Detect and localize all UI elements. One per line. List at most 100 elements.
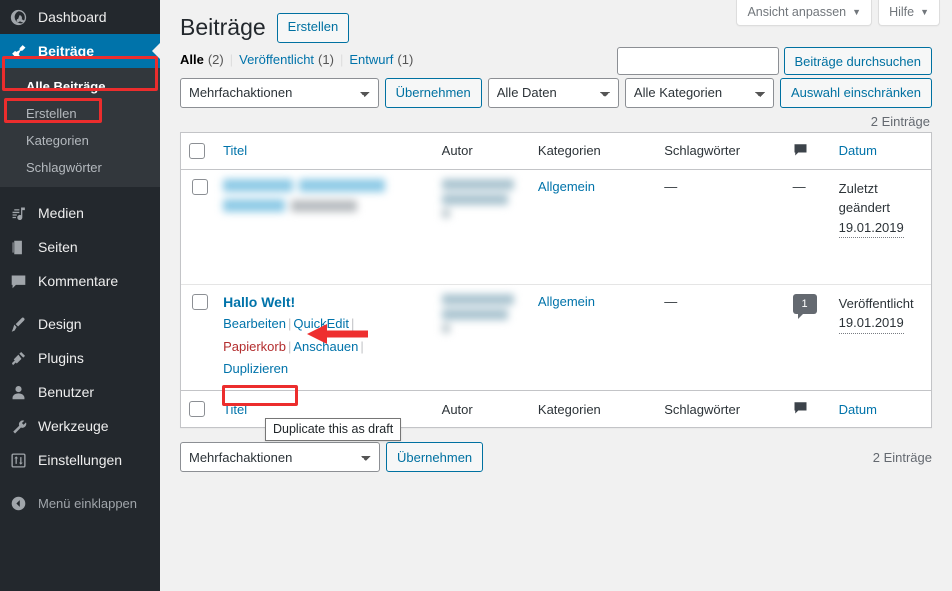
sidebar-item-werkzeuge[interactable]: Werkzeuge	[0, 409, 160, 443]
row-checkbox-cell	[181, 283, 216, 390]
chevron-down-icon: ▼	[852, 7, 862, 17]
category-link[interactable]: Allgemein	[538, 179, 595, 194]
row-author-cell	[433, 283, 530, 390]
tablenav-top: Mehrfachaktionen Übernehmen Alle Daten A…	[180, 77, 933, 108]
category-filter-select[interactable]: Alle Kategorien	[624, 77, 774, 108]
sidebar-submenu-beitraege: Alle Beiträge Erstellen Kategorien Schla…	[0, 68, 160, 187]
row-action-separator: |	[351, 315, 355, 331]
row-tags-cell: —	[656, 283, 785, 390]
column-footer-title-label: Titel	[223, 401, 248, 417]
select-all-checkbox-bottom[interactable]	[189, 401, 205, 418]
bulk-apply-button-top[interactable]: Übernehmen	[384, 77, 482, 108]
sidebar-item-dashboard[interactable]: Dashboard	[0, 0, 160, 34]
users-icon	[10, 384, 36, 401]
bulk-apply-button-bottom[interactable]: Übernehmen	[386, 442, 484, 473]
column-header-title-label: Titel	[223, 143, 248, 159]
table-row: Allgemein — — Zuletzt geändert 19.01.201…	[181, 170, 931, 284]
row-title-cell: Hallo Welt! Bearbeiten | QuickEdit | Papier…	[215, 283, 434, 390]
column-header-date[interactable]: Datum	[830, 133, 931, 170]
column-header-comments[interactable]	[784, 133, 831, 170]
displaying-num-top: 2 Einträge	[870, 113, 930, 129]
pin-icon	[10, 43, 36, 60]
search-input[interactable]	[616, 47, 779, 75]
row-action-duplicate[interactable]: Duplizieren	[223, 361, 288, 376]
filter-submit-button[interactable]: Auswahl einschränken	[779, 77, 933, 108]
screen-meta-links: Ansicht anpassen ▼ Hilfe ▼	[736, 0, 940, 26]
comments-value: —	[792, 178, 806, 194]
filter-link-published[interactable]: Veröffentlicht	[239, 52, 314, 67]
filter-link-all[interactable]: Alle	[180, 52, 204, 67]
table-body: Allgemein — — Zuletzt geändert 19.01.201…	[181, 170, 931, 390]
tools-icon	[10, 418, 36, 435]
plugins-icon	[10, 350, 36, 367]
row-action-edit[interactable]: Bearbeiten	[223, 316, 286, 331]
comment-icon	[793, 144, 808, 161]
comment-icon	[793, 402, 808, 419]
dashboard-icon	[10, 9, 36, 26]
category-link[interactable]: Allgemein	[538, 294, 595, 309]
media-icon	[10, 205, 36, 222]
sidebar-subitem-erstellen[interactable]: Erstellen	[0, 100, 160, 127]
sidebar-item-beitraege[interactable]: Beiträge	[0, 34, 160, 68]
column-header-title[interactable]: Titel	[215, 133, 434, 170]
column-header-categories-label: Kategorien	[537, 143, 601, 159]
sidebar-subitem-alle-beitraege[interactable]: Alle Beiträge	[0, 73, 160, 100]
row-action-trash[interactable]: Papierkorb	[223, 339, 286, 354]
sidebar-item-einstellungen[interactable]: Einstellungen	[0, 443, 160, 477]
column-footer-date[interactable]: Datum	[830, 390, 931, 427]
sidebar-subitem-schlagwoerter[interactable]: Schlagwörter	[0, 154, 160, 181]
sidebar-item-design[interactable]: Design	[0, 307, 160, 341]
sidebar-item-label: Design	[38, 316, 82, 332]
tags-value: —	[664, 293, 678, 309]
search-submit-button[interactable]: Beiträge durchsuchen	[783, 47, 932, 75]
sidebar-item-label: Seiten	[38, 239, 78, 255]
screen-options-button[interactable]: Ansicht anpassen ▼	[736, 0, 873, 26]
post-title-link[interactable]: Hallo Welt!	[223, 294, 295, 310]
row-select-checkbox[interactable]	[192, 179, 208, 196]
date-filter-select[interactable]: Alle Daten	[487, 77, 619, 108]
search-box: Beiträge durchsuchen	[616, 47, 932, 75]
sidebar-item-medien[interactable]: Medien	[0, 196, 160, 230]
sidebar-item-benutzer[interactable]: Benutzer	[0, 375, 160, 409]
column-footer-categories-label: Kategorien	[537, 401, 601, 417]
column-header-author: Autor	[433, 133, 530, 170]
filter-link-draft[interactable]: Entwurf	[349, 52, 393, 67]
column-header-tags-label: Schlagwörter	[664, 143, 741, 159]
sidebar-item-label: Beiträge	[38, 43, 95, 59]
filter-count-draft: (1)	[397, 51, 414, 67]
bulk-actions-select-top[interactable]: Mehrfachaktionen	[180, 77, 379, 108]
sidebar-item-plugins[interactable]: Plugins	[0, 341, 160, 375]
displaying-num-bottom: 2 Einträge	[872, 449, 932, 465]
table-row: Hallo Welt! Bearbeiten | QuickEdit | Papier…	[181, 283, 931, 390]
comment-count-badge[interactable]: 1	[792, 293, 817, 319]
date-value: 19.01.2019	[838, 218, 904, 239]
help-label: Hilfe	[889, 5, 915, 19]
sidebar-item-kommentare[interactable]: Kommentare	[0, 264, 160, 298]
column-header-categories: Kategorien	[529, 133, 657, 170]
select-all-checkbox-top[interactable]	[189, 143, 205, 160]
sidebar-subitem-kategorien[interactable]: Kategorien	[0, 127, 160, 154]
column-footer-comments[interactable]	[784, 390, 831, 427]
sidebar-collapse-label: Menü einklappen	[38, 495, 138, 511]
wordpress-admin-screen: Dashboard Beiträge Alle Beiträge Erstell…	[0, 0, 952, 591]
row-action-view[interactable]: Anschauen	[293, 339, 358, 354]
table-head: Titel Autor Kategorien Schlagwörter Datu…	[181, 133, 931, 170]
filter-count-all: (2)	[207, 51, 224, 67]
help-button[interactable]: Hilfe ▼	[878, 0, 940, 26]
sidebar-collapse-menu[interactable]: Menü einklappen	[0, 486, 160, 520]
row-action-quickedit[interactable]: QuickEdit	[293, 316, 349, 331]
add-new-post-button[interactable]: Erstellen	[276, 13, 350, 43]
row-date-cell: Zuletzt geändert 19.01.2019	[831, 170, 931, 284]
sidebar-item-seiten[interactable]: Seiten	[0, 230, 160, 264]
bulk-actions-select-bottom[interactable]: Mehrfachaktionen	[180, 442, 380, 473]
tablenav-bottom: Mehrfachaktionen Übernehmen 2 Einträge	[180, 442, 932, 473]
row-categories-cell: Allgemein	[530, 170, 656, 284]
column-footer-tags: Schlagwörter	[656, 390, 785, 427]
row-author-cell	[434, 170, 530, 284]
redacted-title	[223, 178, 388, 219]
row-actions: Bearbeiten | QuickEdit | Papierkorb | Anschau…	[223, 313, 426, 381]
row-select-checkbox[interactable]	[192, 294, 208, 311]
date-value: 19.01.2019	[838, 313, 904, 334]
sidebar-item-label: Kommentare	[38, 273, 119, 289]
screen-options-label: Ansicht anpassen	[747, 5, 847, 19]
